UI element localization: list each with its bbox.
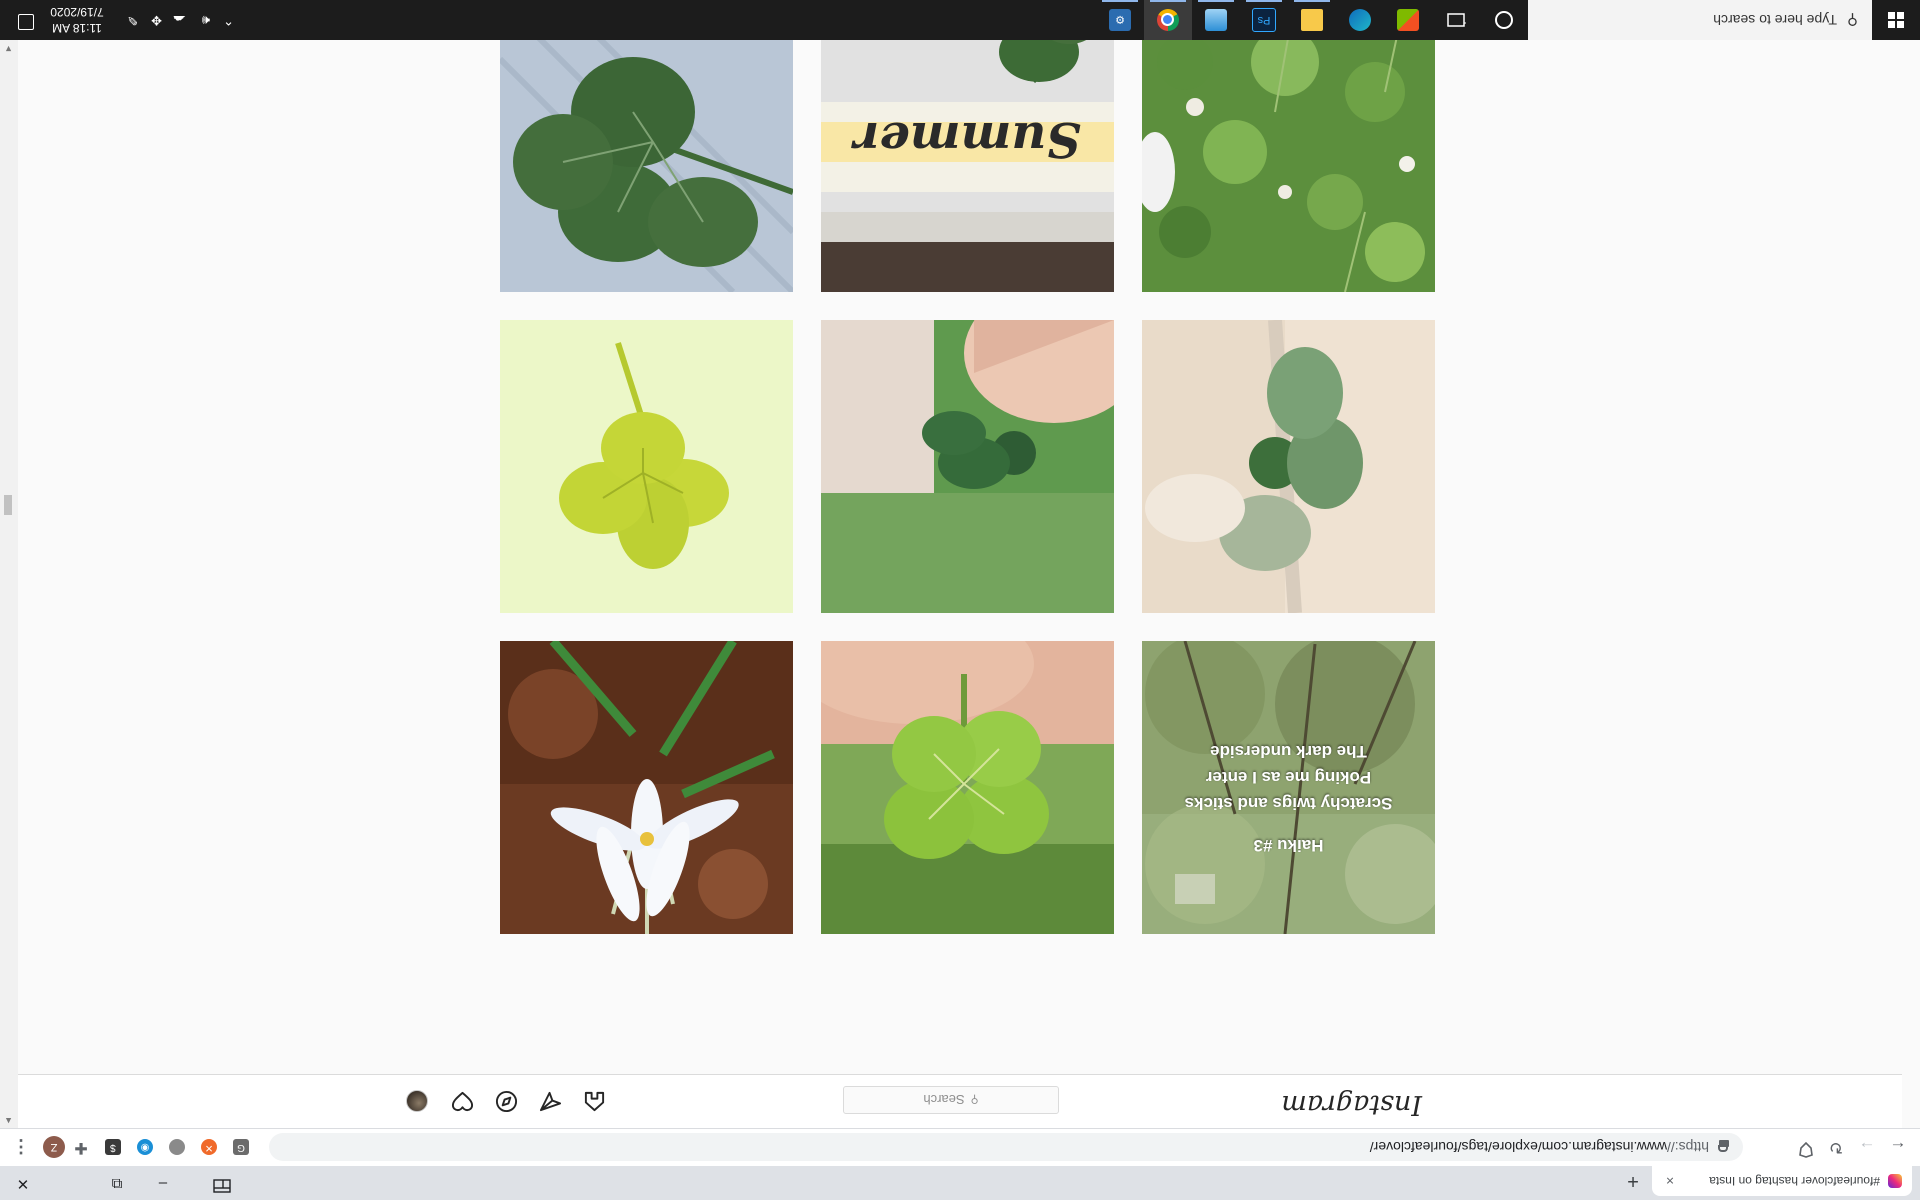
cortana-icon[interactable] [1480, 0, 1528, 40]
back-arrow-icon[interactable]: ← [1886, 1135, 1910, 1159]
post-tile[interactable] [500, 320, 793, 613]
haiku-line: Scratchy twigs and sticks [1184, 794, 1393, 813]
instagram-favicon-icon [1888, 1174, 1902, 1188]
post-tile[interactable] [821, 320, 1114, 613]
search-icon: ⚲ [970, 1093, 979, 1106]
tab-search-icon[interactable] [199, 1166, 245, 1200]
extension-g-icon[interactable]: G [233, 1139, 249, 1155]
post-tile[interactable] [1142, 320, 1435, 613]
task-view-icon[interactable] [1432, 0, 1480, 40]
scroll-up-arrow-icon[interactable]: ▲ [4, 1116, 13, 1126]
url-scheme: https:// [1666, 1139, 1709, 1155]
scroll-thumb[interactable] [4, 495, 12, 515]
tab-title: #fourleafclover hashtag on Insta [1709, 1174, 1880, 1188]
screen: #fourleafclover hashtag on Insta × + – ⧉… [0, 0, 1920, 1200]
direct-messages-icon[interactable] [539, 1090, 563, 1114]
post-tile[interactable]: Haiku #3 Scratchy twigs and sticks Pokin… [1142, 641, 1435, 934]
extension-dark-icon[interactable]: $ [105, 1139, 121, 1155]
browser-tab-strip: #fourleafclover hashtag on Insta × + – ⧉… [0, 1166, 1920, 1200]
address-bar[interactable]: https:// www.instagram.com/explore/tags/… [269, 1133, 1743, 1161]
post-tile[interactable] [500, 40, 793, 292]
browser-menu-icon[interactable]: ⋮ [10, 1136, 32, 1158]
chrome-browser-icon[interactable] [1144, 0, 1192, 40]
scroll-down-arrow-icon[interactable]: ▼ [4, 44, 13, 54]
photoshop-icon[interactable]: Ps [1240, 0, 1288, 40]
explore-compass-icon[interactable] [495, 1090, 519, 1114]
lock-icon [1719, 1142, 1729, 1153]
haiku-title: Haiku #3 [1253, 836, 1324, 855]
taskbar-clock[interactable]: 11:18 AM 7/19/2020 [38, 4, 116, 36]
control-panel-icon[interactable]: ⚙ [1096, 0, 1144, 40]
taskbar-search-icon: ⚲ [1847, 11, 1858, 28]
summer-overlay-text: Summer [854, 111, 1081, 167]
post-tile[interactable]: Summer [821, 40, 1114, 292]
windows-start-icon[interactable] [1872, 0, 1920, 40]
reload-icon[interactable]: ↻ [1824, 1135, 1848, 1159]
clock-date: 7/19/2020 [50, 5, 104, 19]
post-tile[interactable] [1142, 40, 1435, 292]
post-grid: Haiku #3 Scratchy twigs and sticks Pokin… [18, 40, 1920, 1074]
tab-close-icon[interactable]: × [1662, 1173, 1678, 1189]
shield-extension-icon[interactable] [1794, 1135, 1818, 1159]
extension-blue-icon[interactable]: ◉ [137, 1139, 153, 1155]
browser-toolbar: ← → ↻ https:// www.instagram.com/explore… [0, 1128, 1920, 1166]
edge-browser-icon[interactable] [1336, 0, 1384, 40]
show-hidden-icons-chevron-icon[interactable]: ⌃ [223, 0, 234, 40]
instagram-logo[interactable]: Instagram [1281, 1089, 1422, 1120]
haiku-line: Poking me as I enter [1205, 768, 1372, 787]
volume-icon[interactable]: 🔊︎ [202, 0, 210, 40]
haiku-caption: Haiku #3 Scratchy twigs and sticks Pokin… [1142, 738, 1435, 858]
dropbox-icon[interactable]: ✥ [151, 0, 162, 40]
profile-avatar[interactable]: Z [43, 1136, 65, 1158]
home-icon[interactable] [583, 1090, 607, 1114]
clock-time: 11:18 AM [52, 21, 102, 35]
onedrive-cloud-icon[interactable]: ☁︎ [173, 0, 186, 40]
microsoft-store-icon[interactable] [1384, 0, 1432, 40]
extension-circle-icon[interactable] [169, 1139, 185, 1155]
window-close-button[interactable]: ✕ [0, 1166, 46, 1200]
extensions-puzzle-icon[interactable]: ✚ [73, 1139, 89, 1156]
taskbar-search-box[interactable]: ⚲ Type here to search [1528, 0, 1872, 40]
post-tile[interactable] [821, 641, 1114, 934]
post-tile[interactable] [500, 641, 793, 934]
action-center-icon[interactable] [18, 14, 34, 30]
instagram-nav: Instagram ⚲ Search [18, 1074, 1902, 1128]
extension-x-icon[interactable]: ✕ [201, 1139, 217, 1155]
windows-taskbar: ⚲ Type here to search Ps ⚙ ⌃ 🔊︎ ☁︎ ✥ ✎ 1… [0, 0, 1920, 40]
haiku-line: The dark underside [1210, 742, 1367, 761]
search-placeholder: Search [923, 1092, 965, 1108]
file-explorer-icon[interactable] [1288, 0, 1336, 40]
activity-heart-icon[interactable] [451, 1090, 475, 1114]
instagram-search-input[interactable]: ⚲ Search [843, 1086, 1059, 1114]
url-path: www.instagram.com/explore/tags/fourleafc… [1369, 1139, 1667, 1155]
forward-arrow-icon[interactable]: → [1855, 1135, 1879, 1159]
browser-tab-active[interactable]: #fourleafclover hashtag on Insta × [1652, 1166, 1912, 1196]
pen-icon[interactable]: ✎ [127, 0, 138, 40]
taskbar-search-placeholder: Type here to search [1713, 12, 1837, 28]
window-minimize-button[interactable]: – [140, 1166, 186, 1200]
photos-app-icon[interactable] [1192, 0, 1240, 40]
new-tab-button[interactable]: + [1622, 1170, 1644, 1192]
window-restore-button[interactable]: ⧉ [94, 1166, 140, 1200]
instagram-profile-avatar[interactable] [406, 1090, 428, 1112]
page-scrollbar[interactable]: ▲ ▼ [0, 40, 18, 1128]
